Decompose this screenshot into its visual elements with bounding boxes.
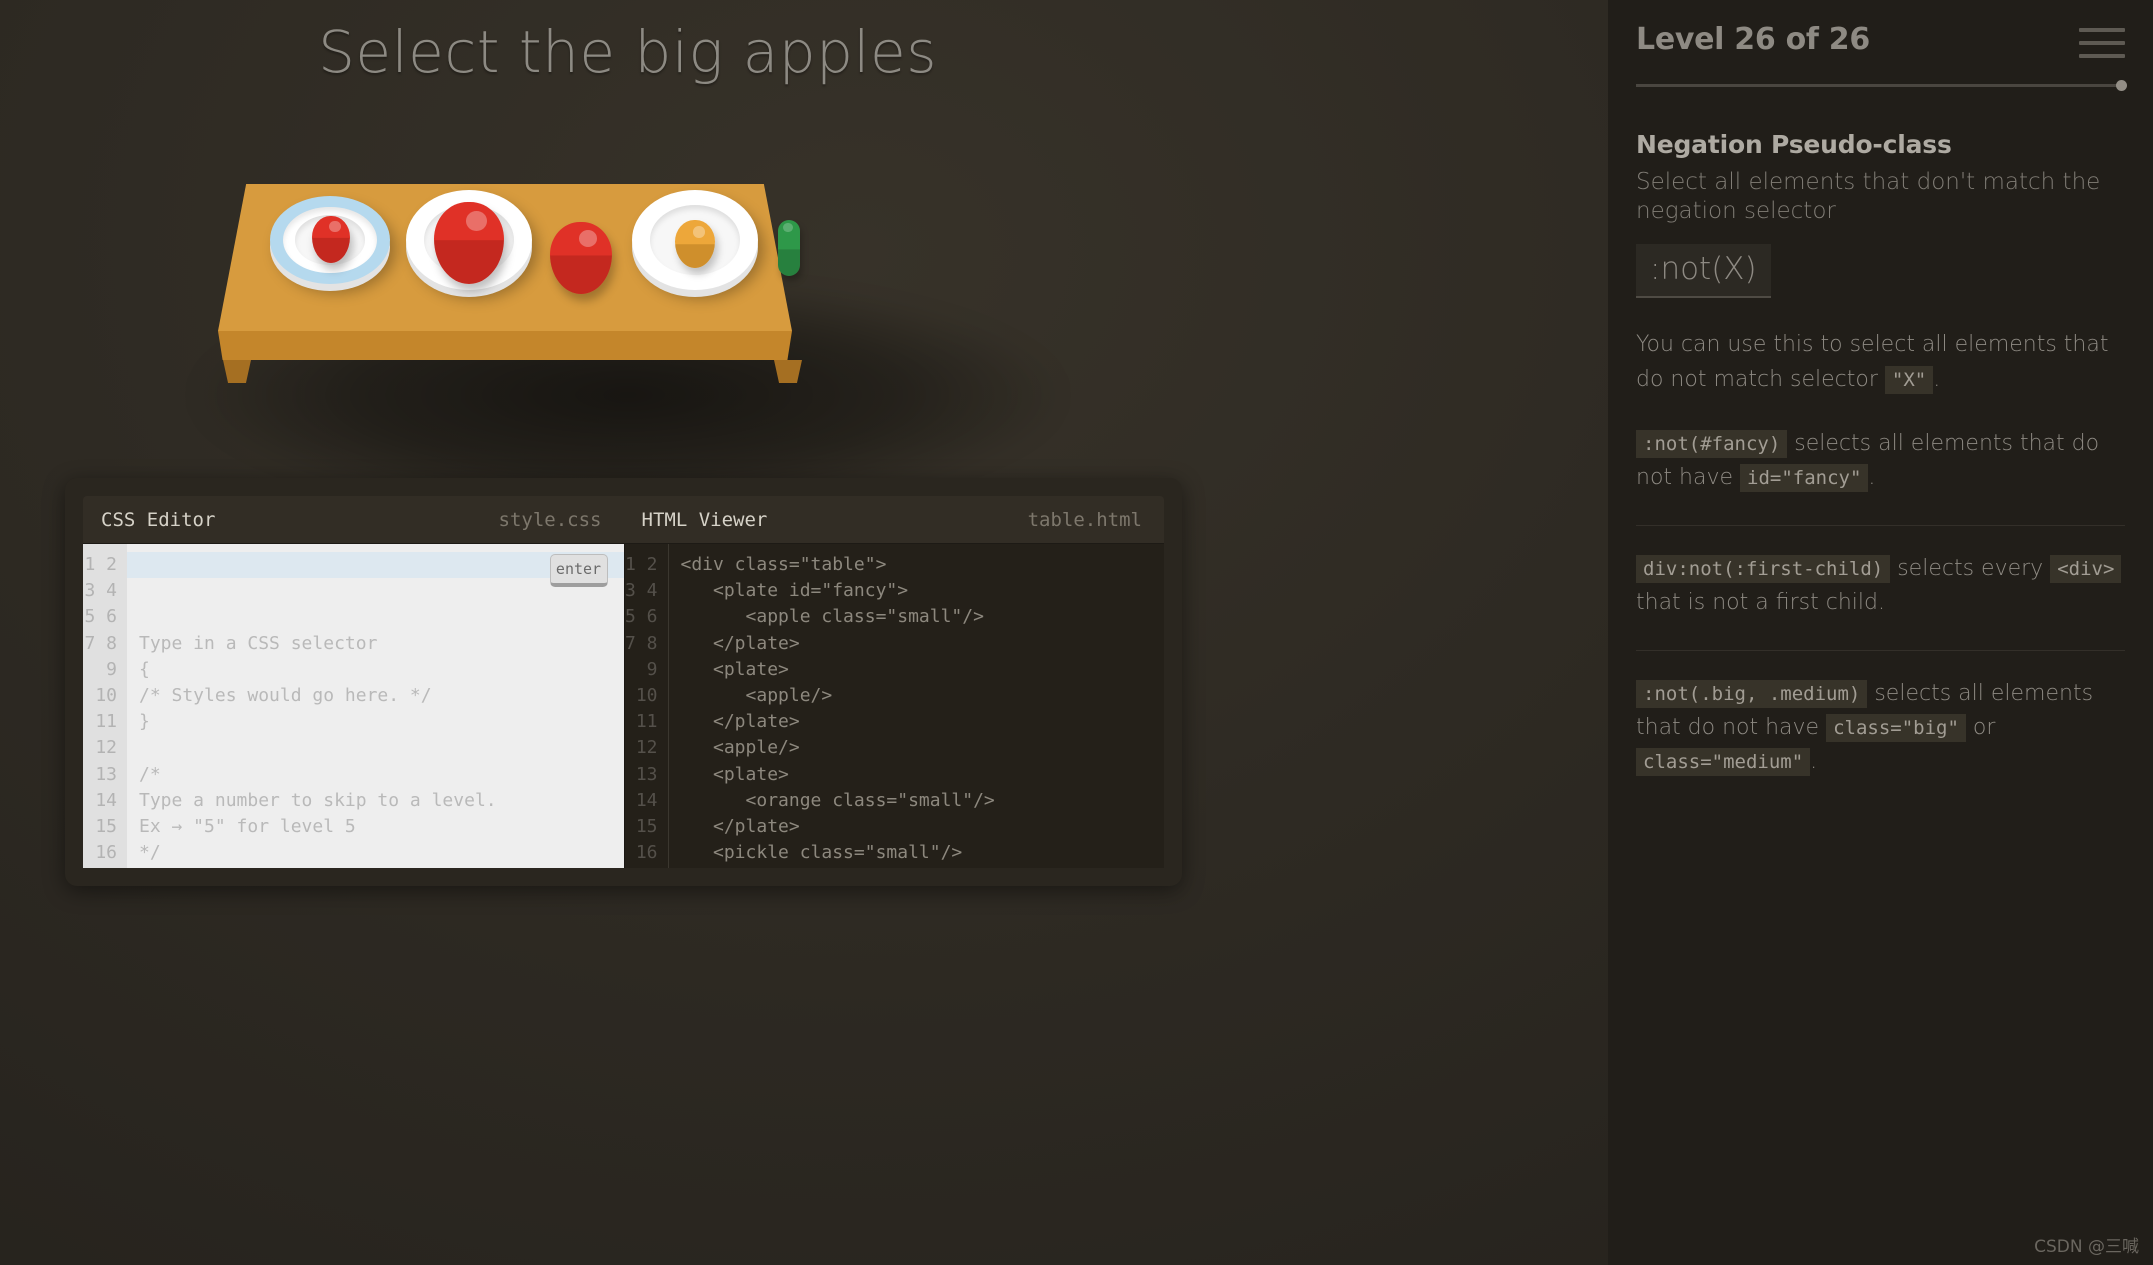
code-snippet: "X" bbox=[1884, 365, 1934, 394]
code-snippet: id="fancy" bbox=[1740, 463, 1869, 492]
selector-description: Select all elements that don't match the… bbox=[1636, 169, 2101, 225]
selector-help-list: You can use this to select all elements … bbox=[1636, 328, 2125, 779]
selector-syntax-badge: :not(X) bbox=[1636, 244, 1771, 299]
progress-track bbox=[1636, 84, 2125, 87]
table-scene bbox=[198, 184, 1058, 510]
code-snippet: :not(#fancy) bbox=[1636, 429, 1788, 458]
enter-button[interactable]: enter bbox=[549, 554, 608, 587]
html-viewer-line-numbers: 1 2 3 4 5 6 7 8 9 10 11 12 13 14 15 16 1… bbox=[625, 544, 669, 868]
level-indicator: Level 26 of 26 bbox=[1636, 22, 1870, 57]
css-editor-text: Type in a CSS selector { /* Styles would… bbox=[139, 632, 497, 864]
code-snippet: :not(.big, .medium) bbox=[1636, 679, 1868, 708]
sidebar-header: Level 26 of 26 bbox=[1636, 22, 2125, 67]
code-snippet: <div> bbox=[2050, 554, 2122, 583]
html-viewer-title: HTML Viewer bbox=[641, 508, 768, 531]
sidebar: Level 26 of 26 Negation Pseudo-class Sel… bbox=[1608, 0, 2153, 1265]
code-shell: CSS Editor style.css HTML Viewer table.h… bbox=[65, 478, 1182, 886]
main-area: Select the big apples CSS Editor style.c… bbox=[0, 0, 1608, 1265]
editor-panes: 1 2 3 4 5 6 7 8 9 10 11 12 13 14 15 16 1… bbox=[83, 544, 1164, 868]
html-viewer-text: <div class="table"> <plate id="fancy"> <… bbox=[680, 554, 995, 864]
code-snippet: div:not(:first-child) bbox=[1636, 554, 1891, 583]
watermark: CSDN @三喊 bbox=[2034, 1237, 2139, 1257]
table-front-edge bbox=[218, 331, 792, 360]
html-viewer-bar: HTML Viewer table.html bbox=[624, 496, 1165, 543]
css-editor-pane[interactable]: 1 2 3 4 5 6 7 8 9 10 11 12 13 14 15 16 1… bbox=[83, 544, 624, 868]
code-panels: CSS Editor style.css HTML Viewer table.h… bbox=[65, 478, 1182, 886]
css-editor-bar: CSS Editor style.css bbox=[83, 496, 624, 543]
progress-knob bbox=[2116, 80, 2127, 91]
sidebar-lesson: Negation Pseudo-class Select all element… bbox=[1636, 130, 2125, 779]
code-snippet: class="medium" bbox=[1636, 748, 1811, 777]
css-diner-app: Select the big apples CSS Editor style.c… bbox=[0, 0, 2153, 1265]
hamburger-bar bbox=[2079, 41, 2125, 45]
help-paragraph: :not(#fancy) selects all elements that d… bbox=[1636, 429, 2100, 492]
html-viewer-pane: 1 2 3 4 5 6 7 8 9 10 11 12 13 14 15 16 1… bbox=[623, 544, 1164, 868]
hamburger-bar bbox=[2079, 54, 2125, 58]
pickle-small[interactable] bbox=[778, 220, 800, 276]
panel-title-bar: CSS Editor style.css HTML Viewer table.h… bbox=[83, 496, 1164, 544]
selector-name: Negation Pseudo-class bbox=[1636, 130, 1952, 159]
help-paragraph: You can use this to select all elements … bbox=[1636, 332, 2109, 394]
hamburger-icon[interactable] bbox=[2079, 22, 2125, 67]
code-snippet: class="big" bbox=[1826, 714, 1966, 743]
help-paragraph: :not(.big, .medium) selects all elements… bbox=[1636, 649, 2125, 779]
html-viewer-filename: table.html bbox=[1027, 508, 1142, 531]
css-editor-body[interactable]: Type in a CSS selector { /* Styles would… bbox=[127, 544, 624, 868]
css-editor-line-numbers: 1 2 3 4 5 6 7 8 9 10 11 12 13 14 15 16 1… bbox=[83, 544, 127, 868]
level-progress-bar bbox=[1636, 80, 2127, 92]
page-title: Select the big apples bbox=[318, 18, 937, 86]
help-paragraph: div:not(:first-child) selects every <div… bbox=[1636, 524, 2125, 620]
hamburger-bar bbox=[2079, 28, 2125, 32]
css-editor-title: CSS Editor bbox=[101, 508, 216, 531]
css-editor-filename: style.css bbox=[498, 508, 602, 531]
